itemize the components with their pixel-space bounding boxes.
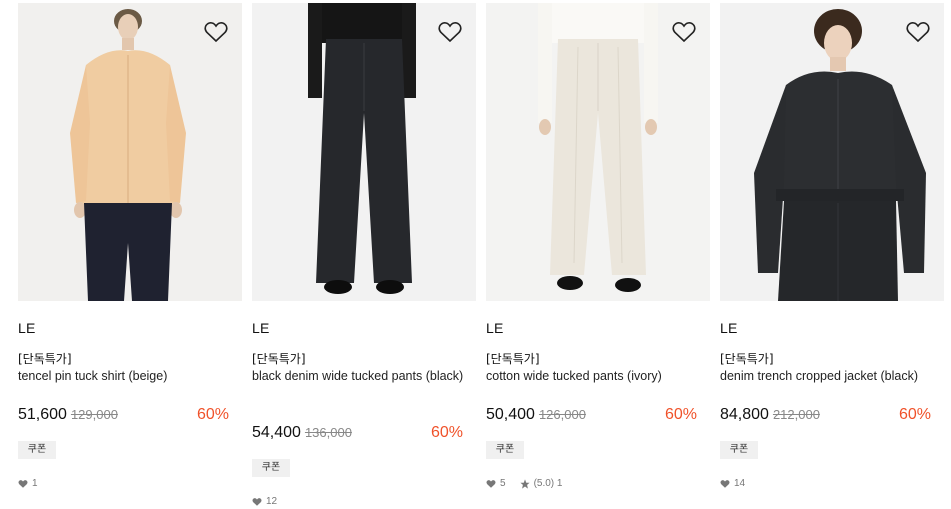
sale-price: 54,400	[252, 424, 301, 441]
product-brand[interactable]: LE	[252, 320, 270, 336]
product-card[interactable]: LE [단독특가] cotton wide tucked pants (ivor…	[486, 0, 710, 489]
price-row: 51,600 129,000 60%	[18, 406, 229, 428]
product-image[interactable]	[720, 3, 944, 301]
like-count-value: 1	[32, 478, 38, 489]
coupon-badge: 쿠폰	[486, 441, 524, 459]
product-brand[interactable]: LE	[720, 320, 738, 336]
heart-filled-icon	[720, 479, 730, 488]
product-brand[interactable]: LE	[486, 320, 504, 336]
promo-tag: [단독특가]	[18, 352, 72, 366]
coupon-badge: 쿠폰	[18, 441, 56, 459]
original-price: 212,000	[772, 407, 820, 422]
original-price: 129,000	[70, 407, 118, 422]
product-card[interactable]: LE [단독특가] black denim wide tucked pants …	[252, 0, 476, 507]
like-count-value: 5	[500, 478, 506, 489]
coupon-badge: 쿠폰	[252, 459, 290, 477]
original-price: 136,000	[304, 425, 352, 440]
price-row: 84,800 212,000 60%	[720, 406, 931, 428]
product-title[interactable]: tencel pin tuck shirt (beige)	[18, 368, 232, 385]
heart-filled-icon	[18, 479, 28, 488]
product-photo	[252, 3, 476, 301]
product-image[interactable]	[486, 3, 710, 301]
discount-rate: 60%	[898, 406, 931, 423]
like-count-value: 12	[266, 496, 278, 507]
coupon-badge: 쿠폰	[720, 441, 758, 459]
heart-filled-icon	[252, 497, 262, 506]
star-icon	[519, 478, 530, 489]
product-card[interactable]: LE [단독특가] denim trench cropped jacket (b…	[720, 0, 944, 489]
sale-price: 51,600	[18, 406, 67, 423]
product-image[interactable]	[18, 3, 242, 301]
sale-price: 84,800	[720, 406, 769, 423]
discount-rate: 60%	[664, 406, 697, 423]
product-photo	[486, 3, 710, 301]
discount-rate: 60%	[196, 406, 229, 423]
discount-rate: 60%	[430, 424, 463, 441]
like-count: 5 (5.0) 1	[486, 478, 562, 489]
product-title[interactable]: cotton wide tucked pants (ivory)	[486, 368, 700, 385]
like-count: 1	[18, 478, 38, 489]
promo-tag: [단독특가]	[486, 352, 540, 366]
product-photo	[720, 3, 944, 301]
like-count: 12	[252, 496, 277, 507]
product-title[interactable]: black denim wide tucked pants (black)	[252, 368, 466, 385]
wishlist-heart-icon[interactable]	[906, 21, 930, 43]
wishlist-heart-icon[interactable]	[204, 21, 228, 43]
price-row: 50,400 126,000 60%	[486, 406, 697, 428]
original-price: 126,000	[538, 407, 586, 422]
product-brand[interactable]: LE	[18, 320, 36, 336]
heart-filled-icon	[486, 479, 496, 488]
wishlist-heart-icon[interactable]	[438, 21, 462, 43]
like-count-value: 14	[734, 478, 746, 489]
rating-value: (5.0) 1	[533, 478, 563, 489]
product-card[interactable]: LE [단독특가] tencel pin tuck shirt (beige) …	[18, 0, 242, 489]
product-image[interactable]	[252, 3, 476, 301]
promo-tag: [단독특가]	[252, 352, 306, 366]
wishlist-heart-icon[interactable]	[672, 21, 696, 43]
like-count: 14	[720, 478, 745, 489]
sale-price: 50,400	[486, 406, 535, 423]
promo-tag: [단독특가]	[720, 352, 774, 366]
price-row: 54,400 136,000 60%	[252, 424, 463, 446]
product-title[interactable]: denim trench cropped jacket (black)	[720, 368, 934, 385]
product-photo	[18, 3, 242, 301]
